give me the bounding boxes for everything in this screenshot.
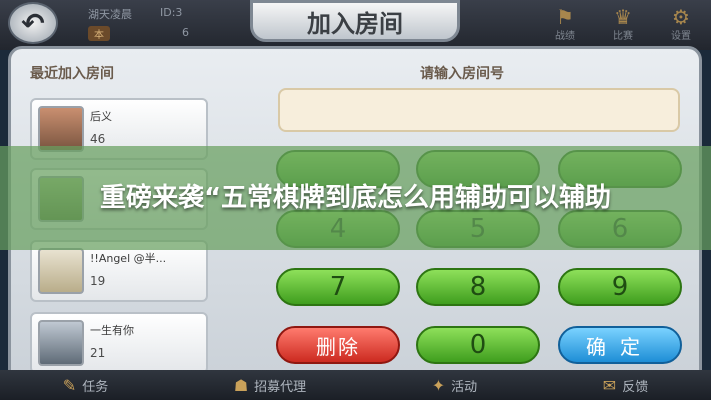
recent-rooms-heading: 最近加入房间 bbox=[30, 66, 114, 82]
trophy-icon: ♛ bbox=[614, 4, 632, 29]
record-label: 战绩 bbox=[555, 30, 575, 42]
avatar bbox=[38, 248, 84, 294]
room-number-input[interactable] bbox=[278, 88, 680, 132]
gear-icon: ⚙ bbox=[672, 4, 690, 29]
dialog-title: 加入房间 bbox=[250, 0, 460, 42]
nav-task-label: 任务 bbox=[82, 379, 109, 395]
nav-feedback[interactable]: ✉ 反馈 bbox=[603, 376, 648, 395]
key-7[interactable]: 7 bbox=[276, 268, 400, 306]
room-number: 21 bbox=[90, 346, 106, 360]
confirm-label: 确定 bbox=[586, 334, 654, 359]
room-number: 46 bbox=[90, 132, 106, 146]
confirm-button[interactable]: 确定 bbox=[558, 326, 682, 364]
match-label: 比赛 bbox=[613, 30, 633, 42]
record-button[interactable]: ⚑ 战绩 bbox=[545, 4, 585, 44]
room-number-heading: 请输入房间号 bbox=[420, 66, 504, 82]
feedback-icon: ✉ bbox=[602, 375, 617, 395]
settings-label: 设置 bbox=[671, 30, 691, 42]
player-count: 6 bbox=[182, 26, 189, 39]
player-badge: 本 bbox=[88, 26, 110, 41]
recruit-icon: ☗ bbox=[233, 375, 249, 395]
delete-button[interactable]: 删除 bbox=[276, 326, 400, 364]
player-id: ID:3 bbox=[160, 6, 183, 19]
task-icon: ✎ bbox=[62, 375, 77, 395]
back-arrow-icon[interactable]: ↶ bbox=[8, 2, 58, 44]
key-8[interactable]: 8 bbox=[416, 268, 540, 306]
room-number: 19 bbox=[90, 274, 106, 288]
key-0-label: 0 bbox=[469, 330, 487, 360]
delete-label: 删除 bbox=[316, 334, 360, 359]
settings-button[interactable]: ⚙ 设置 bbox=[661, 4, 701, 44]
nav-activity-label: 活动 bbox=[451, 379, 478, 395]
key-8-label: 8 bbox=[469, 272, 487, 302]
avatar bbox=[38, 320, 84, 366]
key-9[interactable]: 9 bbox=[558, 268, 682, 306]
nav-task[interactable]: ✎ 任务 bbox=[63, 376, 108, 395]
room-name: 一生有你 bbox=[90, 324, 134, 337]
room-name: !!Angel @半... bbox=[90, 252, 167, 265]
player-info: 湖天凌晨 ID:3 本 6 bbox=[60, 4, 210, 44]
top-icons: ⚑ 战绩 ♛ 比赛 ⚙ 设置 bbox=[545, 4, 701, 44]
player-name: 湖天凌晨 bbox=[88, 8, 132, 21]
recent-room-item[interactable]: 一生有你 21 bbox=[30, 312, 208, 374]
nav-feedback-label: 反馈 bbox=[622, 379, 649, 395]
match-button[interactable]: ♛ 比赛 bbox=[603, 4, 643, 44]
headline-banner: 重磅来袭“五常棋牌到底怎么用辅助可以辅助 bbox=[0, 146, 711, 250]
room-name: 后义 bbox=[90, 110, 112, 123]
nav-activity[interactable]: ✦ 活动 bbox=[432, 376, 477, 395]
gift-icon: ✦ bbox=[431, 375, 446, 395]
key-0[interactable]: 0 bbox=[416, 326, 540, 364]
banner-text: 重磅来袭“五常棋牌到底怎么用辅助可以辅助 bbox=[99, 183, 612, 213]
flag-icon: ⚑ bbox=[556, 4, 574, 29]
bottom-nav: ✎ 任务 ☗ 招募代理 ✦ 活动 ✉ 反馈 bbox=[0, 370, 711, 400]
nav-recruit-label: 招募代理 bbox=[254, 379, 307, 395]
nav-recruit[interactable]: ☗ 招募代理 bbox=[234, 376, 306, 395]
key-7-label: 7 bbox=[329, 272, 347, 302]
key-9-label: 9 bbox=[611, 272, 629, 302]
